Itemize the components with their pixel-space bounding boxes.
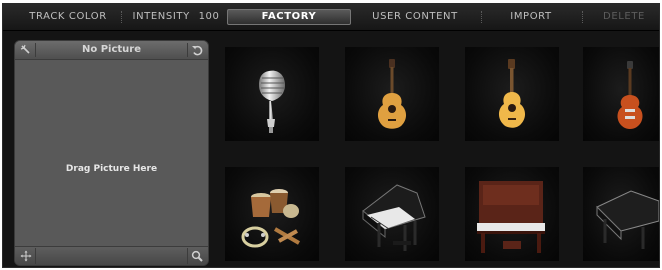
picture-panel-header: No Picture: [15, 41, 208, 60]
thumbnail-grand-piano-closed[interactable]: [583, 167, 659, 261]
wand-icon: [20, 41, 32, 60]
tab-user-content[interactable]: USER CONTENT: [355, 4, 475, 30]
zoom-button[interactable]: [187, 248, 206, 264]
thumbnail-upright-piano[interactable]: [465, 167, 559, 261]
reset-button[interactable]: [187, 43, 206, 57]
delete-button[interactable]: DELETE: [589, 4, 659, 30]
intensity-control[interactable]: INTENSITY 100: [131, 4, 221, 30]
media-browser: TRACK COLOR INTENSITY 100 FACTORY USER C…: [2, 3, 660, 268]
toolbar-divider: [481, 11, 483, 23]
track-color-button[interactable]: TRACK COLOR: [13, 4, 123, 30]
intensity-label: INTENSITY: [132, 11, 190, 22]
picture-title: No Picture: [81, 44, 142, 55]
thumbnail-microphone[interactable]: [225, 47, 319, 141]
magnifier-icon: [191, 247, 203, 266]
tab-factory[interactable]: FACTORY: [227, 9, 351, 25]
intensity-value[interactable]: 100: [199, 11, 220, 22]
picture-panel-footer: [15, 246, 208, 265]
picture-panel: No Picture Drag Picture Here: [14, 40, 209, 266]
top-toolbar: TRACK COLOR INTENSITY 100 FACTORY USER C…: [3, 4, 659, 31]
drag-hint: Drag Picture Here: [65, 164, 158, 174]
thumbnail-percussion[interactable]: [225, 167, 319, 261]
thumbnail-classical-guitar[interactable]: [465, 47, 559, 141]
thumbnail-electric-guitar[interactable]: [583, 47, 659, 141]
thumbnail-acoustic-guitar[interactable]: [345, 47, 439, 141]
picture-drop-zone[interactable]: Drag Picture Here: [15, 60, 208, 248]
toolbar-divider: [582, 11, 584, 23]
wand-button[interactable]: [17, 43, 36, 57]
undo-icon: [191, 41, 203, 60]
thumbnail-grand-piano[interactable]: [345, 167, 439, 261]
move-button[interactable]: [17, 248, 36, 264]
import-button[interactable]: IMPORT: [487, 4, 575, 30]
toolbar-divider: [121, 11, 123, 23]
move-icon: [20, 247, 32, 266]
